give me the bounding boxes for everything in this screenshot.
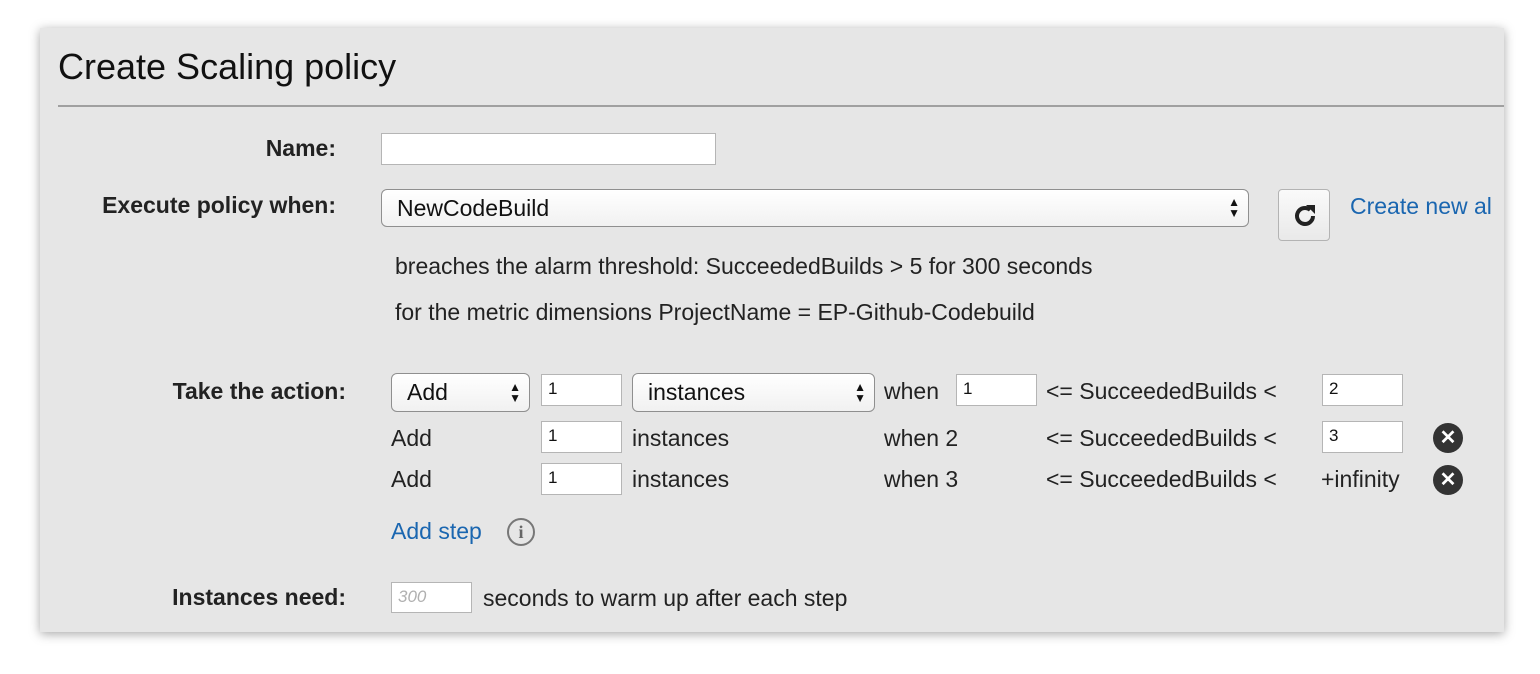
take-action-label: Take the action: (172, 378, 346, 404)
refresh-button[interactable] (1278, 189, 1330, 241)
name-input[interactable] (381, 133, 716, 165)
step-action-select[interactable]: Add ▲ ▼ (391, 373, 530, 412)
step-metric-text: <= SucceededBuilds < (1046, 425, 1277, 451)
step-amount-input[interactable]: 1 (541, 421, 622, 453)
alarm-select-value: NewCodeBuild (397, 195, 550, 221)
step-metric-text: <= SucceededBuilds < (1046, 466, 1277, 492)
step-when-text: when (884, 378, 939, 404)
step-unit-text: instances (632, 466, 730, 492)
warmup-suffix-text: seconds to warm up after each step (483, 585, 848, 611)
step-action-text: Add (391, 466, 432, 492)
remove-step-button[interactable]: ✕ (1433, 465, 1463, 495)
step-upper-bound-input[interactable]: 2 (1322, 374, 1403, 406)
title-divider (58, 105, 1504, 107)
add-step-link[interactable]: Add step (391, 518, 482, 545)
step-when-text: when 3 (884, 466, 959, 492)
remove-step-button[interactable]: ✕ (1433, 423, 1463, 453)
step-amount-input[interactable]: 1 (541, 374, 622, 406)
execute-policy-label: Execute policy when: (102, 192, 336, 218)
up-down-arrows-icon: ▲ ▼ (1228, 195, 1240, 220)
dialog-title: Create Scaling policy (58, 46, 397, 87)
step-unit-select[interactable]: instances ▲ ▼ (632, 373, 875, 412)
alarm-select[interactable]: NewCodeBuild ▲ ▼ (381, 189, 1249, 227)
step-when-text: when 2 (884, 425, 959, 451)
step-unit-value: instances (648, 379, 746, 405)
scaling-policy-dialog: Create Scaling policy Name: Execute poli… (40, 28, 1504, 632)
step-action-value: Add (407, 379, 448, 405)
up-down-arrows-icon: ▲ ▼ (509, 379, 521, 405)
step-lower-bound-input[interactable]: 1 (956, 374, 1037, 406)
step-upper-bound-input[interactable]: 3 (1322, 421, 1403, 453)
warmup-seconds-input[interactable]: 300 (391, 582, 472, 613)
refresh-icon (1295, 205, 1315, 226)
create-new-alarm-link[interactable]: Create new al (1350, 193, 1492, 220)
alarm-dimensions-text: for the metric dimensions ProjectName = … (395, 299, 1035, 325)
alarm-threshold-text: breaches the alarm threshold: SucceededB… (395, 253, 1093, 279)
step-unit-text: instances (632, 425, 730, 451)
step-metric-text: <= SucceededBuilds < (1046, 378, 1277, 404)
step-amount-input[interactable]: 1 (541, 463, 622, 495)
step-upper-bound-text: +infinity (1321, 466, 1400, 492)
name-label: Name: (265, 135, 336, 161)
instances-need-label: Instances need: (172, 584, 346, 610)
info-icon[interactable]: i (507, 518, 535, 546)
close-circle-icon: ✕ (1439, 469, 1457, 491)
up-down-arrows-icon: ▲ ▼ (854, 379, 866, 405)
close-circle-icon: ✕ (1439, 427, 1457, 449)
step-action-text: Add (391, 425, 432, 451)
